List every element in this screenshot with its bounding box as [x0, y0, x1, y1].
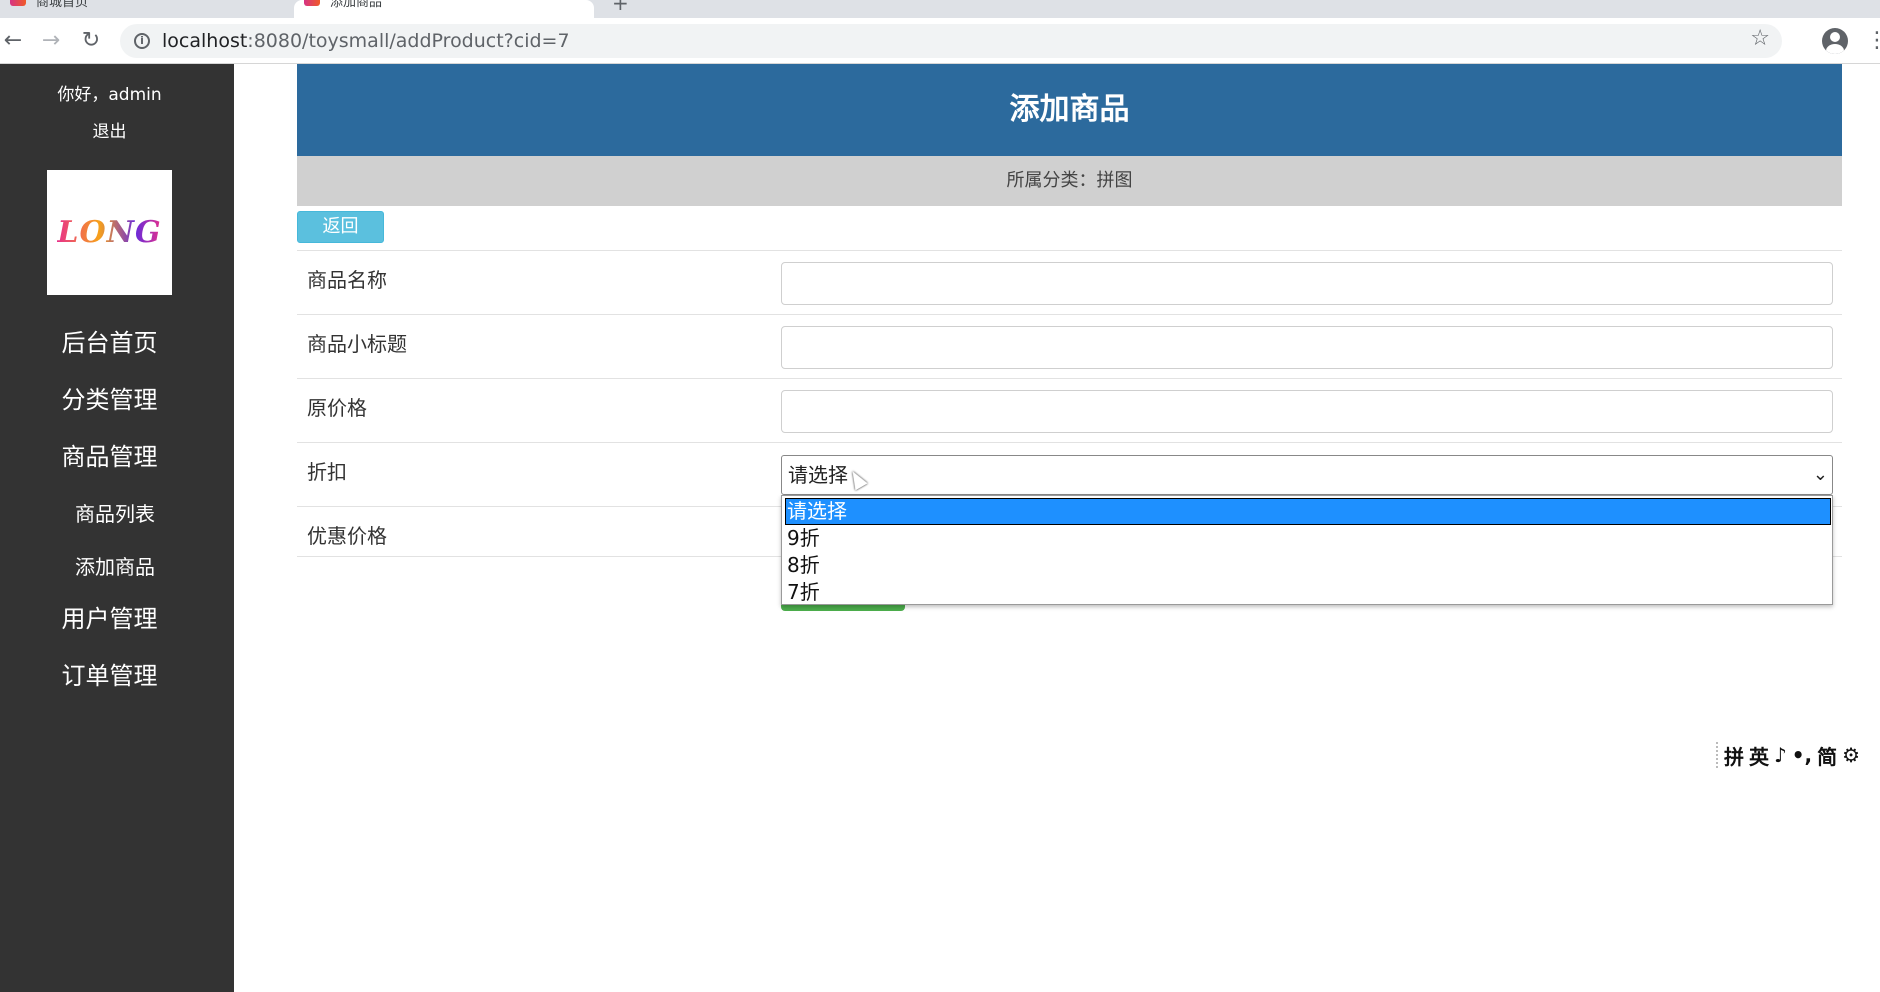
url-path: :8080/toysmall/addProduct?cid=7 — [247, 30, 570, 52]
divider — [297, 314, 1842, 315]
category-info: 所属分类：拼图 — [297, 156, 1842, 206]
ime-toolbar: 拼 英 ♪ •, 简 ⚙ — [1716, 741, 1880, 770]
url-text[interactable]: localhost:8080/toysmall/addProduct?cid=7 — [162, 24, 570, 58]
dropdown-option-90-percent[interactable]: 9折 — [785, 525, 1831, 552]
forward-arrow-icon[interactable]: → — [36, 26, 66, 56]
dropdown-option-80-percent[interactable]: 8折 — [785, 552, 1831, 579]
product-name-input[interactable] — [781, 262, 1833, 305]
sidebar-item-home[interactable]: 后台首页 — [0, 323, 219, 358]
back-arrow-icon[interactable]: ← — [0, 26, 28, 56]
dropdown-option-please-select[interactable]: 请选择 — [785, 498, 1831, 525]
sidebar-item-product[interactable]: 商品管理 — [0, 437, 219, 472]
sidebar-subitem-add-product[interactable]: 添加商品 — [0, 551, 230, 580]
greeting-text: 你好，admin — [57, 85, 162, 105]
kebab-menu-icon[interactable]: ⋮ — [1866, 28, 1880, 54]
sidebar-subitem-product-list[interactable]: 商品列表 — [0, 498, 230, 527]
tab-title: 商城首页 — [36, 0, 89, 10]
info-icon[interactable]: i — [134, 33, 150, 49]
divider — [297, 378, 1842, 379]
discount-select-value: 请选择 — [788, 463, 848, 487]
tab-favicon-icon — [10, 0, 26, 6]
tab-mall-home[interactable]: 商城首页 × — [0, 0, 292, 18]
product-subtitle-label: 商品小标题 — [307, 332, 407, 356]
bookmark-star-icon[interactable]: ☆ — [1750, 26, 1770, 51]
ime-pinyin-icon[interactable]: 拼 — [1724, 741, 1744, 770]
logo-wordmark: LONG — [57, 215, 162, 250]
tab-strip: 商城首页 × 添加商品 × + — [0, 0, 1880, 18]
tab-favicon-icon — [304, 0, 320, 6]
sale-price-label: 优惠价格 — [307, 524, 387, 548]
discount-select[interactable]: 请选择 ⌄ — [781, 455, 1833, 495]
logout-link[interactable]: 退出 — [0, 117, 219, 142]
sidebar-item-user[interactable]: 用户管理 — [0, 599, 219, 634]
ime-moon-icon[interactable]: ♪ — [1774, 743, 1787, 767]
address-bar[interactable]: i localhost:8080/toysmall/addProduct?cid… — [120, 24, 1782, 58]
tab-add-product[interactable]: 添加商品 × — [294, 0, 594, 18]
sidebar-item-order[interactable]: 订单管理 — [0, 656, 219, 691]
brand-logo: LONG — [47, 170, 172, 295]
url-host: localhost — [162, 30, 248, 52]
discount-dropdown-list: 请选择 9折 8折 7折 — [781, 495, 1833, 605]
product-name-label: 商品名称 — [307, 268, 387, 292]
admin-sidebar: 你好，admin 退出 LONG 后台首页 分类管理 商品管理 商品列表 添加商… — [0, 64, 234, 992]
original-price-label: 原价格 — [307, 396, 367, 420]
divider — [297, 442, 1842, 443]
back-button[interactable]: 返回 — [297, 211, 384, 243]
product-subtitle-input[interactable] — [781, 326, 1833, 369]
ime-english-icon[interactable]: 英 — [1749, 741, 1769, 770]
reload-icon[interactable]: ↻ — [76, 26, 106, 56]
tab-title: 添加商品 — [330, 0, 383, 10]
discount-label: 折扣 — [307, 460, 347, 484]
dropdown-option-70-percent[interactable]: 7折 — [785, 579, 1831, 606]
ime-punctuation-icon[interactable]: •, — [1792, 743, 1812, 767]
original-price-input[interactable] — [781, 390, 1833, 433]
chevron-down-icon: ⌄ — [1812, 464, 1828, 485]
browser-toolbar: ← → ↻ i localhost:8080/toysmall/addProdu… — [0, 18, 1880, 64]
ime-simplified-icon[interactable]: 简 — [1817, 741, 1837, 770]
ime-settings-icon[interactable]: ⚙ — [1842, 743, 1860, 767]
new-tab-icon[interactable]: + — [612, 0, 629, 15]
profile-avatar-icon[interactable] — [1822, 28, 1848, 54]
sidebar-item-category[interactable]: 分类管理 — [0, 380, 219, 415]
divider — [297, 250, 1842, 251]
page-title: 添加商品 — [297, 64, 1842, 156]
